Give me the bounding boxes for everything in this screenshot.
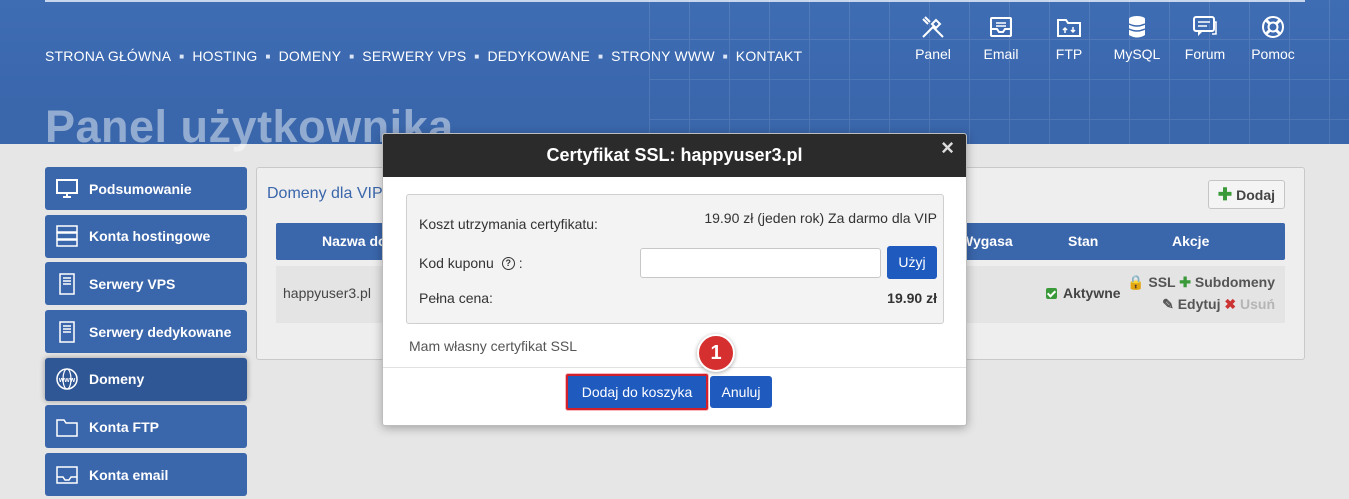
- certificate-info-box: Koszt utrzymania certyfikatu: 19.90 zł (…: [406, 194, 944, 324]
- full-price-label: Pełna cena:: [419, 290, 493, 306]
- add-to-cart-button[interactable]: Dodaj do koszyka: [566, 374, 708, 410]
- ssl-certificate-dialog: Certyfikat SSL: happyuser3.pl × Koszt ut…: [382, 133, 967, 426]
- step-number-badge: 1: [697, 334, 735, 372]
- coupon-label-colon: :: [518, 255, 523, 271]
- dialog-footer-divider: [383, 367, 966, 368]
- coupon-label-wrap: Kod kuponu ? :: [419, 255, 523, 271]
- help-icon[interactable]: ?: [501, 256, 515, 270]
- dialog-title: Certyfikat SSL: happyuser3.pl: [546, 145, 803, 165]
- cost-label: Koszt utrzymania certyfikatu:: [419, 216, 598, 232]
- full-price-value: 19.90 zł: [887, 290, 937, 306]
- dialog-header: Certyfikat SSL: happyuser3.pl ×: [383, 134, 966, 177]
- cost-value: 19.90 zł (jeden rok) Za darmo dla VIP: [704, 210, 937, 226]
- own-certificate-link[interactable]: Mam własny certyfikat SSL: [409, 338, 577, 354]
- cancel-button[interactable]: Anuluj: [710, 376, 772, 408]
- apply-coupon-button[interactable]: Użyj: [887, 246, 937, 279]
- coupon-label: Kod kuponu: [419, 255, 494, 271]
- close-icon[interactable]: ×: [941, 135, 954, 161]
- coupon-input[interactable]: [640, 248, 881, 278]
